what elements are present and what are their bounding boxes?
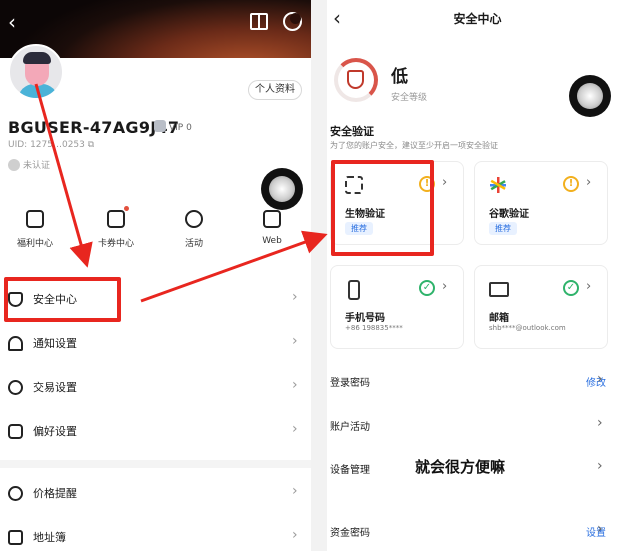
arrow-menu-to-security	[140, 230, 328, 303]
arrow-avatar-to-menu	[34, 83, 93, 268]
annotation-arrows	[34, 83, 328, 303]
